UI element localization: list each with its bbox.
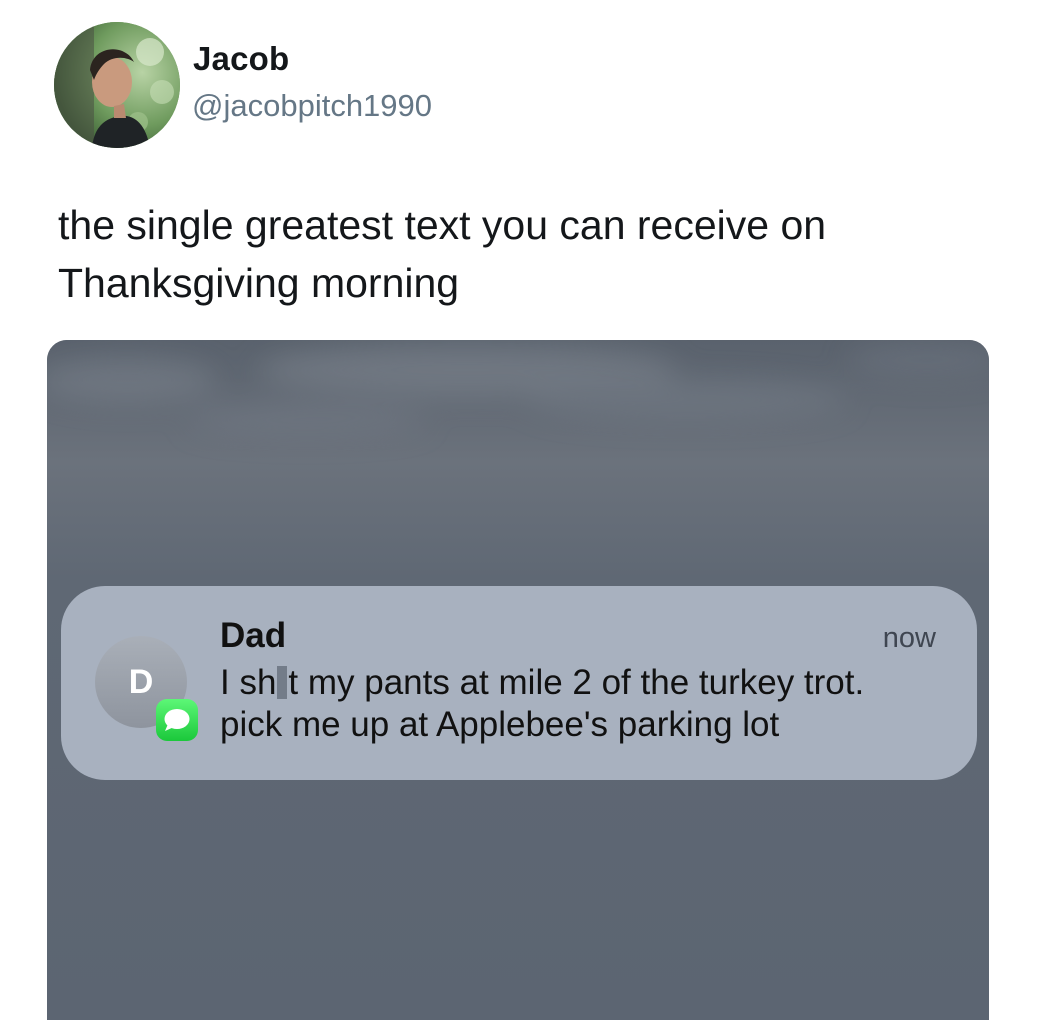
author-handle[interactable]: @jacobpitch1990	[192, 88, 432, 124]
message-line-2: pick me up at Applebee's parking lot	[220, 705, 780, 744]
author-avatar[interactable]	[54, 22, 180, 148]
messages-icon	[156, 699, 198, 741]
author-photo	[54, 22, 180, 148]
tweet-text: the single greatest text you can receive…	[58, 202, 827, 306]
notification-time: now	[882, 622, 936, 654]
message-line-1-start: I sh	[220, 663, 277, 702]
notification-message: I sh t my pants at mile 2 of the turkey t…	[220, 662, 960, 746]
notification-sender: Dad	[220, 616, 287, 655]
message-line-1-end: t my pants at mile 2 of the turkey trot.	[288, 663, 865, 702]
message-line-1: I sh t my pants at mile 2 of the turkey t…	[220, 662, 960, 704]
author-name[interactable]: Jacob	[193, 40, 289, 78]
censor-bar	[277, 666, 288, 699]
